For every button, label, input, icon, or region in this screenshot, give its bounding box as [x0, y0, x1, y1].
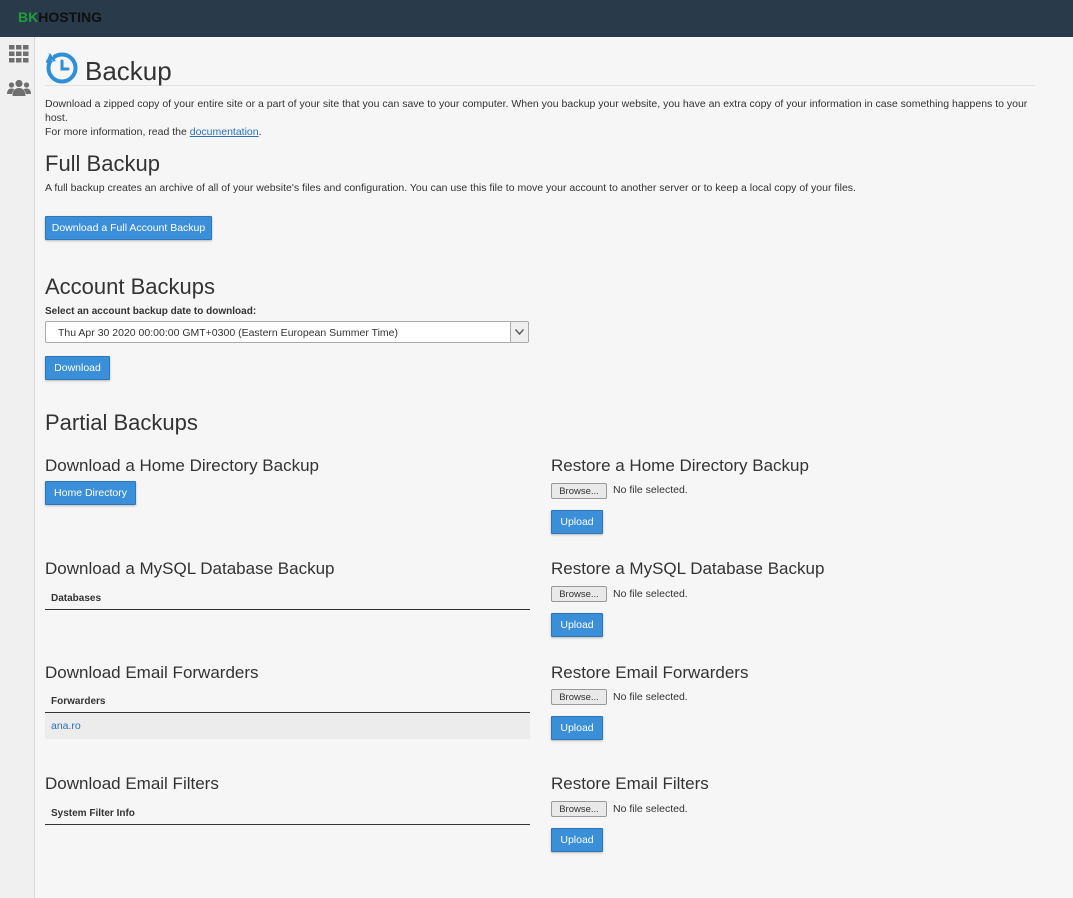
mysql-download-heading: Download a MySQL Database Backup: [45, 559, 335, 578]
home-restore-heading: Restore a Home Directory Backup: [551, 456, 809, 475]
table-row: ana.ro: [45, 713, 530, 739]
mysql-file-status: No file selected.: [613, 588, 688, 600]
databases-column-label: Databases: [51, 593, 102, 604]
forwarders-download-heading: Download Email Forwarders: [45, 663, 259, 682]
mysql-restore-heading: Restore a MySQL Database Backup: [551, 559, 825, 578]
full-backup-heading: Full Backup: [45, 151, 160, 176]
filters-browse-button[interactable]: Browse...: [551, 801, 607, 817]
brand-logo-part1: BK: [18, 9, 39, 25]
users-icon[interactable]: [7, 79, 31, 97]
mysql-upload-button[interactable]: Upload: [551, 613, 603, 637]
brand-logo[interactable]: BKHOSTING: [18, 9, 102, 25]
forwarders-upload-button[interactable]: Upload: [551, 716, 603, 740]
forwarders-table-header: Forwarders: [45, 690, 530, 713]
filters-column-label: System Filter Info: [51, 808, 135, 819]
home-directory-button[interactable]: Home Directory: [45, 481, 136, 505]
chevron-down-icon[interactable]: [510, 322, 528, 342]
forwarders-restore-heading: Restore Email Forwarders: [551, 663, 749, 682]
filters-restore-heading: Restore Email Filters: [551, 774, 709, 793]
documentation-link[interactable]: documentation: [190, 126, 259, 138]
backup-clock-icon: [45, 51, 79, 85]
filters-table-header: System Filter Info: [45, 802, 530, 825]
home-browse-button[interactable]: Browse...: [551, 483, 607, 499]
sidebar: [0, 37, 35, 898]
brand-logo-part2: HOSTING: [38, 9, 103, 25]
account-backups-heading: Account Backups: [45, 274, 215, 299]
forwarders-column-label: Forwarders: [51, 696, 106, 707]
download-account-backup-button[interactable]: Download: [45, 356, 110, 380]
forwarders-browse-button[interactable]: Browse...: [551, 689, 607, 705]
intro-line2-suffix: .: [258, 126, 262, 138]
forwarder-link[interactable]: ana.ro: [51, 720, 81, 732]
home-file-status: No file selected.: [613, 484, 688, 496]
forwarders-file-status: No file selected.: [613, 691, 688, 703]
mysql-browse-button[interactable]: Browse...: [551, 586, 607, 602]
filters-download-heading: Download Email Filters: [45, 774, 219, 793]
partial-backups-heading: Partial Backups: [45, 410, 198, 435]
backup-date-label: Select an account backup date to downloa…: [45, 306, 257, 317]
backup-date-selected: Thu Apr 30 2020 00:00:00 GMT+0300 (Easte…: [58, 327, 398, 339]
full-backup-description: A full backup creates an archive of all …: [45, 182, 856, 194]
backup-date-select[interactable]: Thu Apr 30 2020 00:00:00 GMT+0300 (Easte…: [45, 321, 529, 343]
download-full-backup-button[interactable]: Download a Full Account Backup: [45, 216, 212, 240]
intro-line2-prefix: For more information, read the: [45, 126, 190, 138]
home-upload-button[interactable]: Upload: [551, 510, 603, 534]
grid-icon[interactable]: [9, 45, 29, 63]
databases-table-header: Databases: [45, 587, 530, 610]
intro-line1: Download a zipped copy of your entire si…: [45, 98, 1028, 124]
home-download-heading: Download a Home Directory Backup: [45, 456, 320, 475]
page-header: Backup: [45, 45, 1035, 86]
top-bar: BKHOSTING: [0, 0, 1073, 37]
page-title: Backup: [85, 56, 172, 86]
filters-file-status: No file selected.: [613, 803, 688, 815]
intro-text: Download a zipped copy of your entire si…: [45, 97, 1040, 139]
filters-upload-button[interactable]: Upload: [551, 828, 603, 852]
